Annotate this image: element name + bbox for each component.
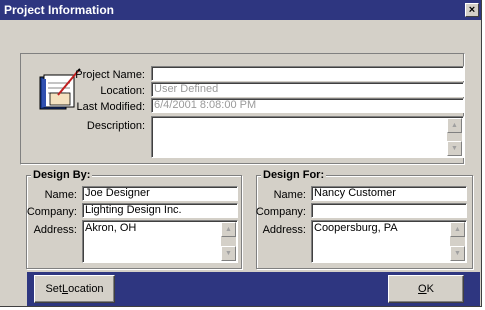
design-by-address-text: Akron, OH <box>85 222 137 234</box>
set-location-label-end: ocation <box>68 283 104 295</box>
set-location-button[interactable]: Set Location <box>34 275 115 303</box>
scroll-up-icon[interactable]: ▲ <box>450 222 465 237</box>
design-for-company-label: Company: <box>255 206 306 218</box>
window-title: Project Information <box>4 3 115 17</box>
design-by-company-field[interactable]: Lighting Design Inc. <box>82 203 238 218</box>
design-by-name-field[interactable]: Joe Designer <box>82 186 238 201</box>
scroll-up-icon[interactable]: ▲ <box>447 118 462 133</box>
title-bar[interactable]: Project Information × <box>0 0 481 20</box>
scroll-down-icon[interactable]: ▼ <box>221 246 236 261</box>
design-by-title: Design By: <box>31 169 93 181</box>
project-information-dialog: Project Information × Project Name: Loca… <box>0 0 482 307</box>
design-by-name-label: Name: <box>44 189 77 201</box>
ok-label-end: K <box>426 283 434 295</box>
description-textarea[interactable]: ▲ ▼ <box>151 116 464 158</box>
set-location-label-start: Set <box>45 283 62 295</box>
design-for-name-field[interactable]: Nancy Customer <box>311 186 467 201</box>
ok-accelerator: O <box>418 283 427 295</box>
project-name-label: Project Name: <box>75 69 145 81</box>
design-by-address-textarea[interactable]: Akron, OH ▲ ▼ <box>82 220 238 263</box>
design-for-address-text: Coopersburg, PA <box>314 222 398 234</box>
design-by-address-scrollbar[interactable]: ▲ ▼ <box>221 222 236 261</box>
location-label: Location: <box>100 85 145 97</box>
design-for-address-textarea[interactable]: Coopersburg, PA ▲ ▼ <box>311 220 467 263</box>
design-for-company-field[interactable] <box>311 203 467 218</box>
close-button[interactable]: × <box>465 3 479 17</box>
design-by-address-label: Address: <box>33 224 77 236</box>
last-modified-label: Last Modified: <box>76 101 145 113</box>
scroll-down-icon[interactable]: ▼ <box>450 246 465 261</box>
scroll-up-icon[interactable]: ▲ <box>221 222 236 237</box>
ok-button[interactable]: OK <box>388 275 464 303</box>
description-label: Description: <box>86 120 145 132</box>
scroll-down-icon[interactable]: ▼ <box>447 141 462 156</box>
last-modified-field[interactable]: 6/4/2001 8:08:00 PM <box>151 98 464 113</box>
design-for-address-label: Address: <box>262 224 306 236</box>
project-name-field[interactable] <box>151 66 464 81</box>
location-field[interactable]: User Defined <box>151 82 464 97</box>
design-for-title: Design For: <box>261 169 327 181</box>
design-for-address-scrollbar[interactable]: ▲ ▼ <box>450 222 465 261</box>
design-by-company-label: Company: <box>26 206 77 218</box>
button-bar: Set Location OK <box>27 272 480 306</box>
design-for-name-label: Name: <box>273 189 306 201</box>
description-scrollbar[interactable]: ▲ ▼ <box>447 118 462 156</box>
